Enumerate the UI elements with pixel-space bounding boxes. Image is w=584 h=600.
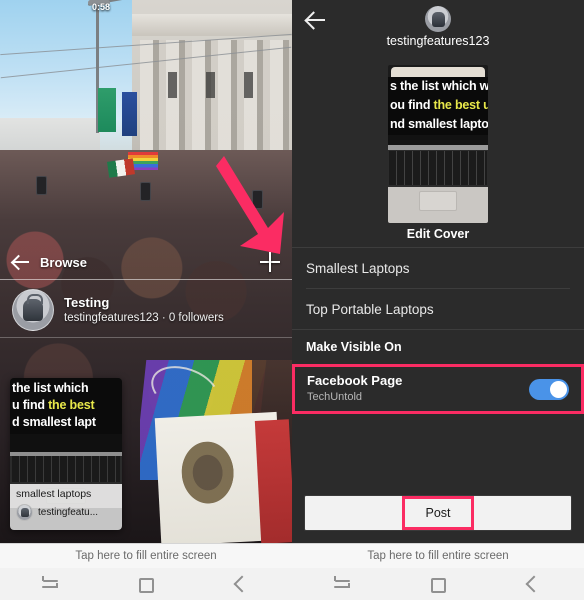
cover-thumbnail[interactable]: s the list which w ou find the best u nd… [388,65,488,223]
photo-phone [140,182,151,201]
video-duration-label: 0:58 [92,2,111,12]
photo-phone [36,176,47,195]
back-icon[interactable] [525,574,545,594]
facebook-title: Facebook Page [307,373,403,389]
tap-hint-bar: Tap here to fill entire screen Tap here … [0,543,584,568]
browse-back-icon[interactable] [10,251,32,273]
video-meta: smallest laptops testingfeatu... [10,484,122,530]
video-title: smallest laptops [16,488,92,500]
photo-window [206,72,215,98]
post-area: Post [292,485,584,543]
right-pane-header: testingfeatures123 [292,0,584,57]
photo-mexican-flag [107,158,135,178]
photo-flag-red-band [254,419,292,543]
right-app-pane: testingfeatures123 s the list which w ou… [292,0,584,543]
profile-avatar [425,6,451,32]
video-card[interactable]: the list which u find the best d smalles… [10,378,122,530]
facebook-text: Facebook Page TechUntold [307,373,402,404]
tap-hint-right[interactable]: Tap here to fill entire screen [292,544,584,568]
cover-line-2: ou find the best u [390,98,488,112]
facebook-page-row-highlighted[interactable]: Facebook Page TechUntold [292,364,584,414]
cover-gap [388,135,488,145]
cover-overlay-text: s the list which w ou find the best u nd… [388,77,488,135]
author-avatar [16,504,33,521]
recents-icon[interactable] [40,574,60,594]
photo-window [244,72,253,98]
post-button[interactable]: Post [304,495,572,531]
photo-city-hall [132,0,292,160]
left-app-pane: Browse Testing testingfeatures123 · 0 fo… [0,0,292,543]
photo-banner-green [98,88,116,132]
overlay-line-3: d smallest lapt [12,415,96,429]
video-author-row: testingfeatu... [16,504,116,521]
pink-arrow-annotation [216,156,284,254]
overlay-line-2: u find the best [12,398,95,412]
post-button-label: Post [425,505,451,520]
section-header-make-visible-on: Make Visible On [306,340,402,354]
screen: Browse Testing testingfeatures123 · 0 fo… [0,0,584,600]
row-label: Top Portable Laptops [306,301,434,317]
navigation-bar [0,568,584,600]
channel-divider [0,337,292,338]
cover-top-strip [391,67,485,77]
back-arrow-icon[interactable] [304,8,328,32]
home-icon[interactable] [138,577,154,593]
recents-icon[interactable] [332,574,352,594]
browse-divider [0,279,292,280]
home-icon[interactable] [430,577,446,593]
nav-group-right [292,568,584,600]
video-overlay-text: the list which u find the best d smalles… [10,378,122,434]
post-button-highlight: Post [402,495,474,530]
facebook-subtitle: TechUntold [307,391,363,404]
back-icon[interactable] [233,574,253,594]
channel-text: Testing testingfeatures123 · 0 followers [64,295,224,326]
cover-line-1: s the list which w [390,79,488,93]
profile-username: testingfeatures123 [386,34,490,48]
facebook-visibility-toggle[interactable] [529,378,569,400]
video-dark-band [10,434,122,452]
video-keyboard [12,456,120,482]
channel-row[interactable]: Testing testingfeatures123 · 0 followers [0,283,292,337]
browse-label: Browse [40,254,87,270]
channel-subtitle: testingfeatures123 · 0 followers [64,311,224,324]
edit-cover-button[interactable]: Edit Cover [292,227,584,241]
cover-line-3: nd smallest lapto [390,117,488,131]
cover-keyboard [389,151,487,185]
channel-avatar [12,289,54,331]
overlay-line-1: the list which [12,381,89,395]
row-label: Smallest Laptops [306,260,410,276]
row-smallest-laptops[interactable]: Smallest Laptops [292,248,584,288]
channel-title: Testing [64,294,110,310]
photo-window [168,72,177,98]
video-author: testingfeatu... [38,507,99,518]
tap-hint-left[interactable]: Tap here to fill entire screen [0,544,292,568]
cover-trackpad [419,191,457,211]
nav-group-left [0,568,292,600]
photo-columns [140,40,292,160]
cover-section: s the list which w ou find the best u nd… [292,57,584,247]
row-top-portable-laptops[interactable]: Top Portable Laptops [292,289,584,329]
photo-banner-blue [122,92,137,136]
